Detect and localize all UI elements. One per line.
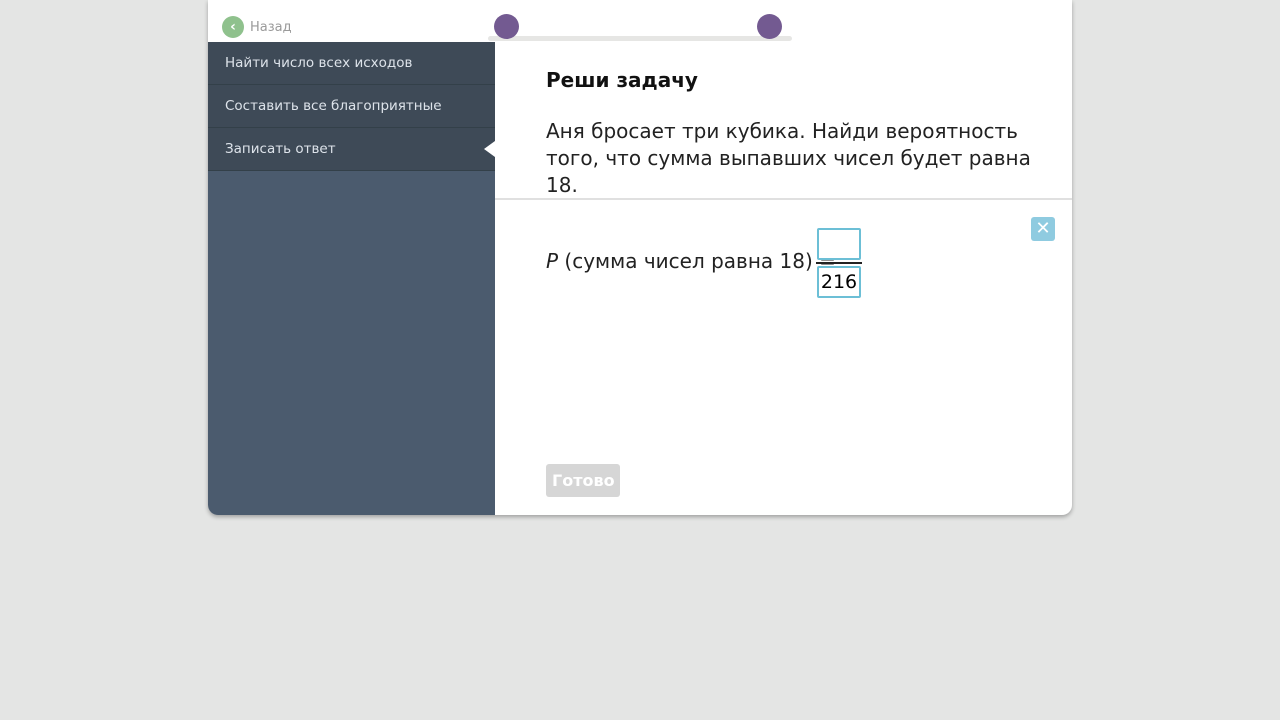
fraction: 216 [816,228,862,298]
equation: P (сумма чисел равна 18) = [546,249,836,273]
numerator-input[interactable] [817,228,861,260]
page-title: Реши задачу [546,68,698,92]
progress-track [488,36,792,41]
sidebar-item-answer[interactable]: Записать ответ [208,128,495,171]
fraction-bar [816,262,862,264]
task-text: Аня бросает три кубика. Найди вероятност… [546,119,1031,197]
back-button[interactable]: ‹ Назад [222,16,292,38]
sidebar: Найти число всех исходов Составить все б… [208,42,495,515]
done-button[interactable]: Готово [546,464,620,497]
progress-dot[interactable] [494,14,519,39]
main-panel: Реши задачу Аня бросает три кубика. Найд… [495,42,1072,515]
close-icon[interactable]: ✕ [1031,217,1055,241]
eq-var: P [546,249,559,273]
chevron-left-icon: ‹ [222,16,244,38]
sidebar-item-find-all[interactable]: Найти число всех исходов [208,42,495,85]
denominator-value: 216 [817,266,861,298]
divider [495,198,1072,200]
eq-text: (сумма чисел равна 18) = [558,249,836,273]
progress-dot[interactable] [757,14,782,39]
task-card: ‹ Назад Найти число всех исходов Состави… [208,0,1072,515]
back-label: Назад [250,19,292,35]
sidebar-item-favorable[interactable]: Составить все благоприятные исходы [208,85,495,156]
